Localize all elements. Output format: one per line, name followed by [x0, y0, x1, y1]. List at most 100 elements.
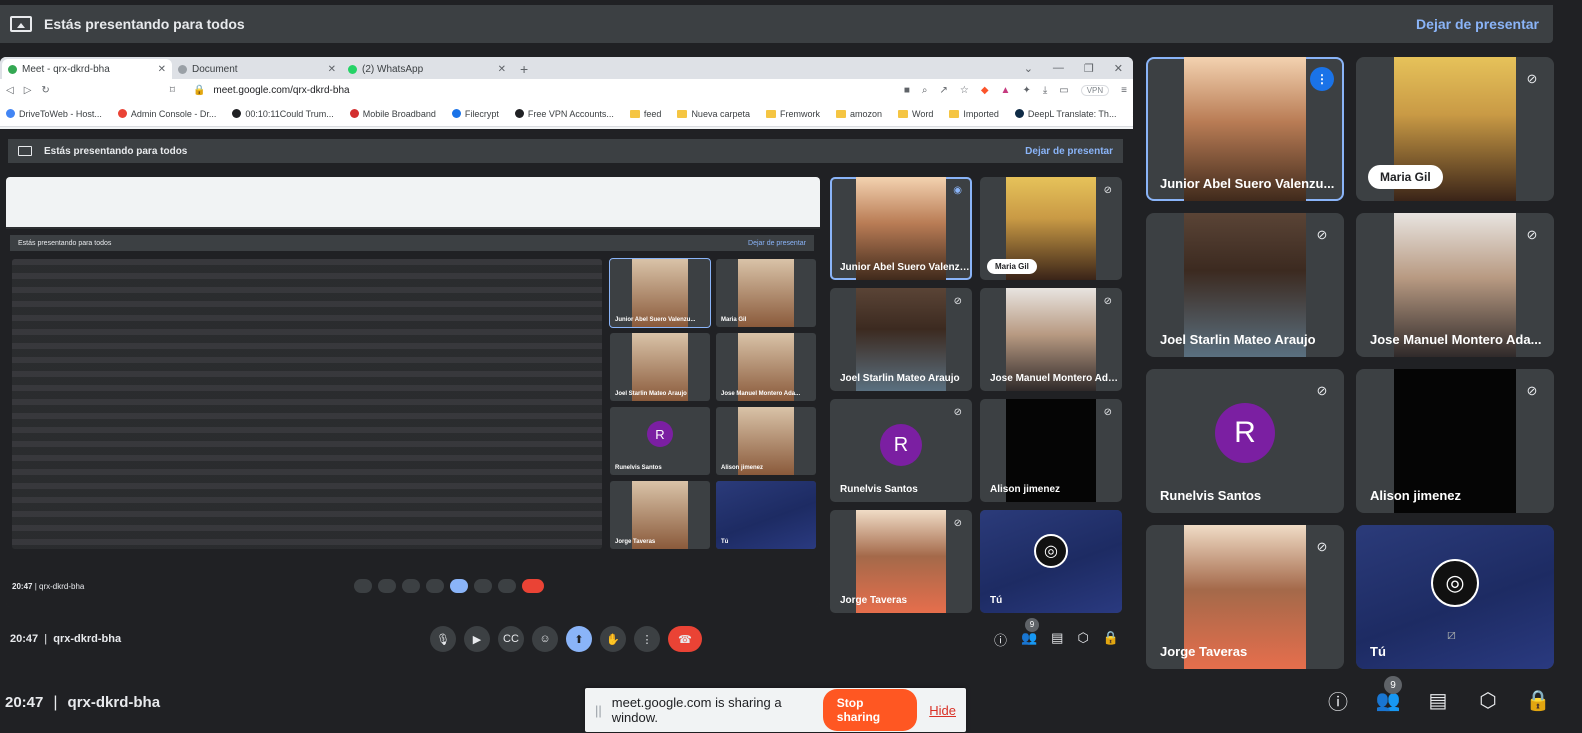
participant-tile-maria[interactable]: ⊘ Maria Gil: [1356, 57, 1554, 201]
nested-tile: Maria Gil: [716, 259, 816, 327]
close-tab-icon[interactable]: ✕: [328, 64, 336, 75]
close-tab-icon[interactable]: ✕: [158, 64, 166, 75]
activities-icon[interactable]: ⬡: [1077, 630, 1088, 649]
url-field[interactable]: 🔒 meet.google.com/qrx-dkrd-bha: [185, 82, 805, 98]
restore-icon[interactable]: ❐: [1084, 62, 1094, 75]
emoji-icon[interactable]: ☺: [532, 626, 558, 652]
speaking-icon: ◉: [953, 185, 962, 196]
end-call-icon[interactable]: ☎: [668, 626, 702, 652]
obs-logo-icon: ◎: [1431, 558, 1479, 607]
bookmark-item[interactable]: DriveToWeb - Host...: [6, 109, 102, 119]
activities-icon[interactable]: ⬡: [1474, 686, 1502, 714]
bookmark-icon[interactable]: ⌑: [170, 85, 175, 96]
lock-icon: 🔒: [192, 84, 206, 96]
zoom-icon[interactable]: ⌕: [922, 85, 928, 96]
chat-icon[interactable]: ▤: [1051, 630, 1063, 649]
camera-icon[interactable]: ■: [904, 85, 910, 96]
inner-tile-maria: ⊘ Maria Gil: [980, 177, 1122, 280]
bookmark-item[interactable]: DeepL Translate: Th...: [1014, 109, 1116, 119]
close-tab-icon[interactable]: ✕: [498, 64, 506, 75]
browser-window: Meet - qrx-dkrd-bha ✕ Document ✕ (2) Wha…: [0, 57, 1133, 129]
bookmark-folder[interactable]: Nueva carpeta: [677, 109, 750, 119]
star-icon[interactable]: ☆: [960, 85, 969, 96]
rewards-icon[interactable]: ▲: [1001, 85, 1011, 96]
brave-icon[interactable]: ◆: [981, 85, 989, 96]
forward-icon[interactable]: ▷: [24, 85, 32, 96]
mic-icon[interactable]: 🎙: [430, 626, 456, 652]
participant-tile-alison[interactable]: ⊘ Alison jimenez: [1356, 369, 1554, 513]
close-window-icon[interactable]: ✕: [1114, 62, 1123, 75]
participant-name: Alison jimenez: [1370, 488, 1462, 503]
reload-icon[interactable]: ↻: [41, 85, 49, 96]
wallet-icon[interactable]: ▭: [1059, 85, 1068, 96]
meet-favicon-icon: [8, 64, 17, 74]
bookmark-item[interactable]: 00:10:11Could Trum...: [232, 109, 334, 119]
stop-presenting-button[interactable]: Dejar de presentar: [1416, 16, 1539, 32]
participant-name-pill: Maria Gil: [1368, 165, 1443, 189]
info-icon[interactable]: ⓘ: [1324, 686, 1352, 714]
inner-tile-junior: ◉ Junior Abel Suero Valenzu...: [830, 177, 972, 280]
info-icon[interactable]: ⓘ: [994, 630, 1007, 649]
download-icon[interactable]: ⤓: [1043, 85, 1047, 96]
inner-tile-alison: ⊘ Alison jimenez: [980, 399, 1122, 502]
raise-hand-icon[interactable]: ✋: [600, 626, 626, 652]
bookmark-item[interactable]: Mobile Broadband: [349, 109, 436, 119]
people-icon[interactable]: 👥 9: [1374, 676, 1402, 714]
bookmark-item[interactable]: Free VPN Accounts...: [514, 109, 614, 119]
mic-off-icon: ⊘: [1526, 71, 1538, 86]
hide-link[interactable]: Hide: [929, 703, 956, 718]
separator: |: [53, 693, 58, 711]
bookmark-folder[interactable]: Word: [898, 109, 933, 119]
inner-banner-text: Estás presentando para todos: [44, 145, 188, 157]
tab-document[interactable]: Document ✕: [172, 59, 342, 79]
chat-icon[interactable]: ▤: [1424, 686, 1452, 714]
bookmark-item[interactable]: Filecrypt: [451, 109, 499, 119]
stop-sharing-button[interactable]: Stop sharing: [822, 689, 918, 731]
inner-tile-jose: ⊘ Jose Manuel Montero Ada...: [980, 288, 1122, 391]
more-bookmarks-icon[interactable]: »: [1132, 109, 1133, 119]
tab-meet[interactable]: Meet - qrx-dkrd-bha ✕: [2, 59, 172, 79]
bookmark-folder[interactable]: Imported: [949, 109, 999, 119]
presenting-banner: Estás presentando para todos Dejar de pr…: [0, 5, 1553, 43]
menu-icon[interactable]: ≡: [1121, 85, 1127, 96]
extensions-icon[interactable]: ✦: [1022, 85, 1030, 96]
participant-tile-joel[interactable]: ⊘ Joel Starlin Mateo Araujo: [1146, 213, 1344, 357]
host-controls-icon[interactable]: 🔒: [1524, 686, 1552, 714]
new-tab-icon[interactable]: +: [520, 61, 528, 77]
participant-tile-self[interactable]: ◎ ⧄ Tú: [1356, 525, 1554, 669]
camera-icon[interactable]: ▶: [464, 626, 490, 652]
bookmark-folder[interactable]: amozon: [835, 109, 882, 119]
inner-participant-grid: ◉ Junior Abel Suero Valenzu... ⊘ Maria Gil…: [830, 177, 1122, 613]
meeting-code: qrx-dkrd-bha: [67, 694, 161, 711]
inner-tile-runelvis: R ⊘ Runelvis Santos: [830, 399, 972, 502]
participant-tile-runelvis[interactable]: R ⊘ Runelvis Santos: [1146, 369, 1344, 513]
mic-off-icon: ⊘: [1316, 383, 1328, 398]
mic-off-icon: ⊘: [1526, 383, 1538, 398]
back-icon[interactable]: ◁: [6, 85, 14, 96]
nested-tile: Jorge Taveras: [610, 481, 710, 549]
host-controls-icon[interactable]: 🔒: [1103, 630, 1119, 649]
presented-screen: Meet - qrx-dkrd-bha ✕ Document ✕ (2) Wha…: [0, 57, 1133, 667]
screen-share-notification: || meet.google.com is sharing a window. …: [585, 688, 966, 732]
participant-tile-jorge[interactable]: ⊘ Jorge Taveras: [1146, 525, 1344, 669]
inner-stop-presenting[interactable]: Dejar de presentar: [1025, 146, 1113, 157]
tab-whatsapp[interactable]: (2) WhatsApp ✕: [342, 59, 512, 79]
bookmark-folder[interactable]: feed: [629, 109, 661, 119]
more-options-icon[interactable]: ⋮: [634, 626, 660, 652]
participant-tile-junior[interactable]: ⋮ Junior Abel Suero Valenzu...: [1146, 57, 1344, 201]
share-icon[interactable]: ↗: [939, 85, 947, 96]
minimize-icon[interactable]: —: [1053, 62, 1064, 75]
address-bar: ◁ ▷ ↻ ⌑ 🔒 meet.google.com/qrx-dkrd-bha ■…: [0, 79, 1133, 101]
captions-icon[interactable]: CC: [498, 626, 524, 652]
present-icon[interactable]: ⬆: [566, 626, 592, 652]
nested-meet: Estás presentando para todos Dejar de pre…: [6, 229, 820, 607]
drag-handle-icon[interactable]: ||: [595, 703, 602, 718]
window-controls: ⌄ — ❐ ✕: [1024, 62, 1133, 75]
tab-search-icon[interactable]: ⌄: [1024, 62, 1033, 75]
people-icon[interactable]: 👥 9: [1021, 617, 1039, 649]
bookmarks-bar: DriveToWeb - Host... Admin Console - Dr.…: [0, 101, 1133, 127]
bookmark-item[interactable]: Admin Console - Dr...: [117, 109, 216, 119]
bookmark-folder[interactable]: Fremwork: [765, 109, 820, 119]
participant-tile-jose[interactable]: ⊘ Jose Manuel Montero Ada...: [1356, 213, 1554, 357]
vpn-badge[interactable]: VPN: [1080, 84, 1110, 96]
